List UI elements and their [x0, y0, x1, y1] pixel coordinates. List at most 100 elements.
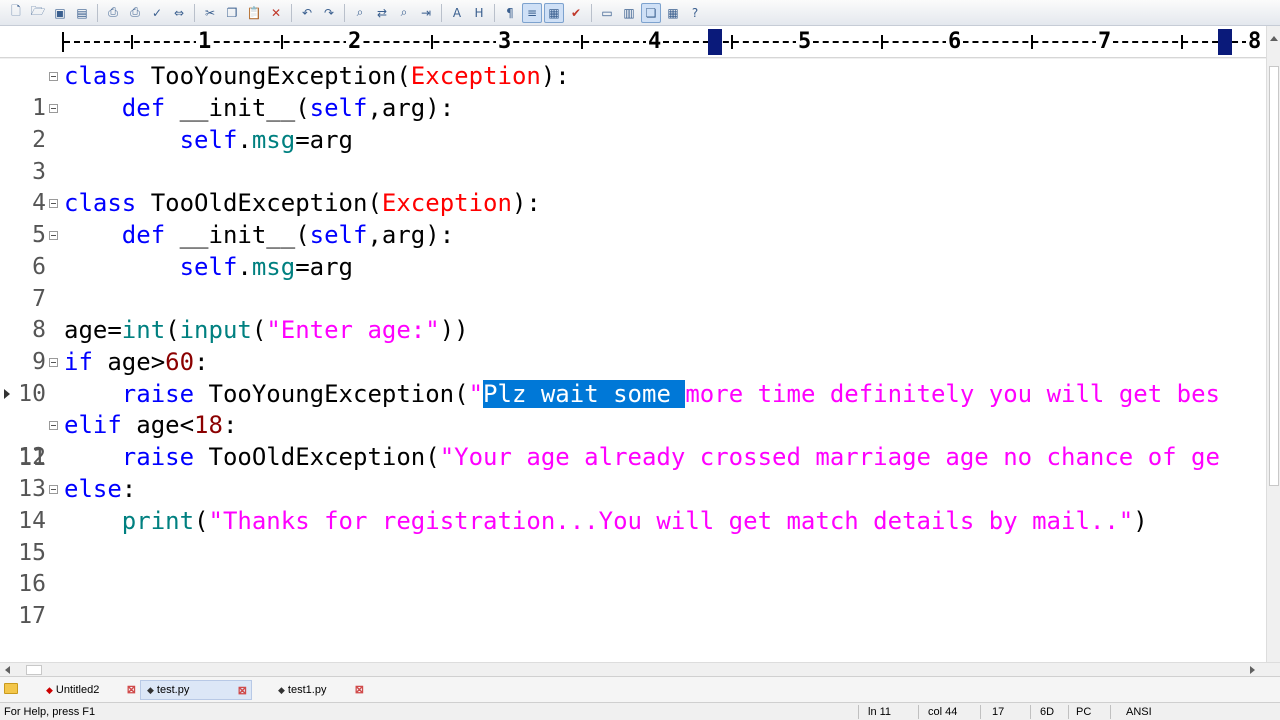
undo-button[interactable]: ↶ — [297, 3, 317, 23]
fold-marker-icon[interactable] — [49, 104, 58, 113]
tab-untitled2[interactable]: ◆ Untitled2 ⊠ — [40, 680, 140, 700]
scroll-thumb[interactable] — [1269, 66, 1279, 486]
print-button[interactable]: ⎙ — [125, 3, 145, 23]
scroll-thumb[interactable] — [26, 665, 42, 675]
font-button[interactable]: A — [447, 3, 467, 23]
ruler-wrap-marker[interactable] — [1218, 29, 1232, 55]
scroll-left-icon[interactable] — [5, 666, 10, 674]
code-text: ( — [165, 316, 180, 344]
ruler-tick — [131, 35, 133, 49]
code-line-current: 11 raise TooYoungException("Plz wait som… — [0, 379, 1266, 471]
fold-marker-icon[interactable] — [49, 199, 58, 208]
ruler-tick — [1181, 35, 1183, 49]
format-icon: ¶ — [506, 5, 514, 20]
copy-button[interactable]: ❐ — [222, 3, 242, 23]
status-divider — [858, 705, 859, 719]
code-line: 16 — [0, 537, 1266, 597]
toolbar-separator — [344, 3, 345, 22]
ruler-number: 8 — [1246, 29, 1264, 55]
print-icon: ⎙ — [130, 5, 140, 19]
check-button[interactable]: ✔ — [566, 3, 586, 23]
toolbar-separator — [591, 3, 592, 22]
code-line: 13 raise TooOldException("Your age alrea… — [0, 442, 1266, 502]
tab-test1-py[interactable]: ◆ test1.py ⊠ — [272, 680, 368, 700]
modified-dot-icon: ◆ — [46, 684, 53, 695]
status-column: col 44 — [928, 706, 958, 718]
string-literal: "Your age already crossed marriage age n… — [439, 443, 1220, 471]
ruler-caret-marker[interactable] — [708, 29, 722, 55]
save-button[interactable]: ▣ — [50, 3, 70, 23]
keyword: def — [121, 94, 166, 122]
ruler: 1 2 3 4 5 6 7 8 — [0, 26, 1266, 58]
window-button[interactable]: ▭ — [597, 3, 617, 23]
horizontal-scrollbar[interactable] — [0, 662, 1280, 676]
fold-marker-icon[interactable] — [49, 72, 58, 81]
help-button[interactable]: ? — [685, 3, 705, 23]
code-text: : — [121, 475, 137, 503]
code-editor[interactable]: 1 class TooYoungException(Exception): 2 … — [0, 59, 1266, 662]
document-dot-icon: ◆ — [147, 684, 154, 695]
selected-text[interactable]: Plz wait some — [483, 380, 686, 408]
word-wrap-button[interactable]: ≡ — [522, 2, 542, 23]
delete-button[interactable]: ✕ — [266, 3, 286, 23]
find-button[interactable]: ⌕ — [350, 3, 370, 23]
ruler-number: 2 — [346, 29, 364, 55]
column-mode-button[interactable]: ▦ — [544, 2, 564, 23]
hex-button[interactable]: H — [469, 3, 489, 23]
code-line: 15 print("Thanks for registration...You … — [0, 506, 1266, 566]
window-arrange-button[interactable]: ▦ — [663, 3, 683, 23]
string-literal: "Enter age:" — [266, 316, 440, 344]
fold-marker-icon[interactable] — [49, 421, 58, 430]
save-all-button[interactable]: ▤ — [72, 3, 92, 23]
paste-button[interactable]: 📋 — [244, 3, 264, 23]
code-text: . — [237, 253, 252, 281]
ruler-number: 6 — [946, 29, 964, 55]
folder-icon[interactable] — [4, 683, 18, 694]
keyword: else — [64, 475, 122, 503]
print-preview-button[interactable]: ⎙ — [103, 3, 123, 23]
keyword: class — [64, 189, 137, 217]
close-icon[interactable]: ⊠ — [127, 683, 136, 696]
editor-window: 🗋 🗁 ▣ ▤ ⎙ ⎙ ✓ ⇔ ✂ ❐ 📋 ✕ ↶ ↷ ⌕ ⇄ ⌕ ⇥ A H ¶ ≡ ▦ ✔ ▭ ▥ ❏ ▦? 1 2 3 4 5 … — [0, 0, 1280, 720]
find-in-files-button[interactable]: ⌕ — [394, 3, 414, 23]
fold-marker-icon[interactable] — [49, 485, 58, 494]
scroll-right-icon[interactable] — [1250, 666, 1255, 674]
window-tile-button[interactable]: ▥ — [619, 3, 639, 23]
open-folder-button[interactable]: 🗁 — [28, 3, 48, 23]
number-literal: 60 — [165, 348, 195, 376]
tab-test-py[interactable]: ◆ test.py ⊠ — [140, 680, 252, 700]
replace-button[interactable]: ⇄ — [372, 3, 392, 23]
string-literal: "Thanks for registration...You will get … — [208, 507, 1134, 535]
code-line: 1 class TooYoungException(Exception): — [0, 61, 1266, 121]
spellcheck-button[interactable]: ✓ — [147, 3, 167, 23]
status-line: ln 11 — [868, 706, 892, 718]
close-icon[interactable]: ⊠ — [355, 683, 364, 696]
ruler-tick — [581, 35, 583, 49]
scroll-up-icon[interactable] — [1270, 36, 1278, 41]
redo-button[interactable]: ↷ — [319, 3, 339, 23]
new-file-button[interactable]: 🗋 — [6, 3, 26, 23]
fold-marker-icon[interactable] — [49, 358, 58, 367]
toolbar-separator — [441, 3, 442, 22]
code-text: TooOldException( — [194, 443, 440, 471]
hex-icon: H — [474, 5, 484, 20]
status-bar: For Help, press F1 ln 11 col 44 17 6D PC… — [0, 702, 1280, 720]
vertical-scrollbar[interactable] — [1266, 26, 1280, 662]
keyword: raise — [121, 380, 195, 408]
keyword: class — [64, 62, 137, 90]
close-icon[interactable]: ⊠ — [238, 684, 247, 697]
window-cascade-button[interactable]: ❏ — [641, 2, 661, 23]
goto-button[interactable]: ⇥ — [416, 3, 436, 23]
compare-button[interactable]: ⇔ — [169, 3, 189, 23]
format-button[interactable]: ¶ — [500, 3, 520, 23]
code-text: ,arg): — [367, 94, 455, 122]
cut-button[interactable]: ✂ — [200, 3, 220, 23]
fold-marker-icon[interactable] — [49, 231, 58, 240]
cut-icon: ✂ — [204, 5, 216, 20]
font-icon: A — [452, 5, 462, 20]
code-text: ): — [540, 62, 570, 90]
